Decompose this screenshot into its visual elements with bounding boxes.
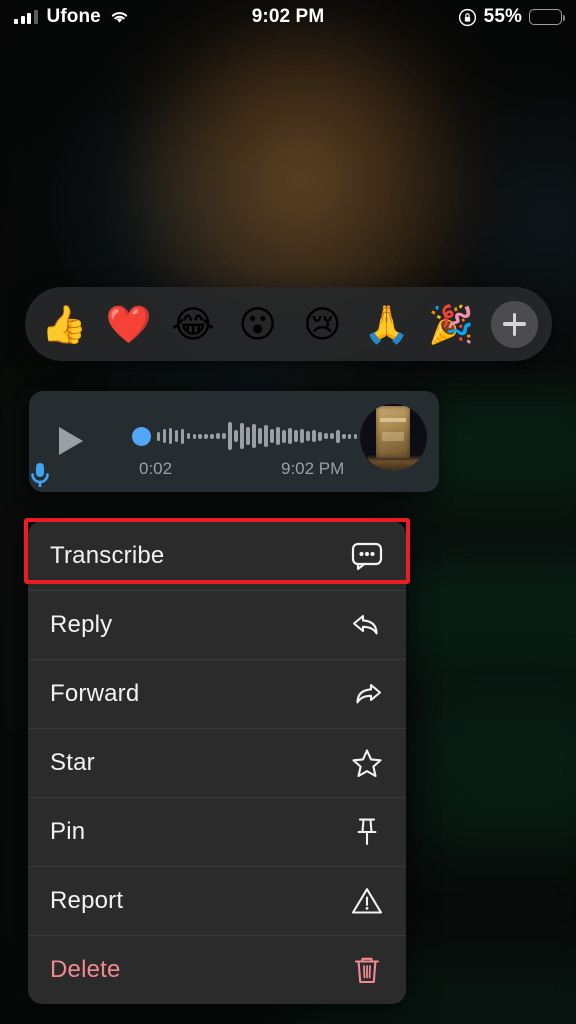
waveform-bar (174, 430, 178, 442)
trash-icon (350, 953, 384, 987)
menu-item-star[interactable]: Star (28, 728, 406, 797)
reply-arrow-icon (350, 608, 384, 642)
waveform-bar (348, 433, 352, 439)
play-icon[interactable] (59, 427, 83, 455)
menu-item-delete[interactable]: Delete (28, 935, 406, 1004)
sender-avatar[interactable] (360, 404, 427, 471)
rotation-lock-icon (458, 8, 477, 27)
waveform-bar (336, 429, 340, 443)
waveform-bar (162, 429, 166, 443)
waveform-bar (252, 424, 256, 448)
menu-item-label: Forward (50, 679, 140, 707)
status-bar: Ufone 9:02 PM 55% (0, 0, 576, 34)
menu-item-transcribe[interactable]: Transcribe (28, 521, 406, 590)
speech-bubble-dots-icon (350, 539, 384, 573)
waveform-bar (276, 427, 280, 445)
waveform-bar (234, 430, 238, 442)
pushpin-icon (350, 815, 384, 849)
phone-screen: Ufone 9:02 PM 55% 👍 ❤️ 😂 😮 😢 🙏 🎉 0:02 9:… (0, 0, 576, 1024)
microphone-icon (27, 461, 53, 491)
waveform-bar (330, 433, 334, 439)
waveform-bar (168, 428, 172, 444)
avatar-image (376, 406, 410, 458)
warning-triangle-icon (350, 884, 384, 918)
waveform-bar (312, 430, 316, 442)
star-outline-icon (350, 746, 384, 780)
waveform-bar (306, 431, 310, 441)
carrier-label: Ufone (46, 6, 101, 27)
voice-message-bubble[interactable]: 0:02 9:02 PM (29, 391, 439, 492)
waveform-bar (294, 430, 298, 442)
menu-item-label: Report (50, 886, 124, 914)
reaction-folded-hands[interactable]: 🙏 (362, 306, 412, 343)
menu-item-label: Transcribe (50, 541, 165, 569)
waveform-bar (342, 433, 346, 439)
waveform-scrubber-handle[interactable] (132, 426, 151, 446)
waveform-bar (282, 429, 286, 443)
status-bar-left: Ufone (14, 6, 458, 28)
waveform-bar (318, 431, 322, 441)
waveform-bar (240, 423, 244, 449)
battery-icon (529, 9, 566, 25)
waveform-bar (204, 433, 208, 439)
waveform-bar (288, 428, 292, 444)
waveform-bar (264, 425, 268, 447)
plus-icon[interactable] (490, 300, 538, 348)
reaction-face-with-open-mouth[interactable]: 😮 (233, 306, 283, 343)
voice-duration-label: 0:02 (139, 459, 173, 478)
reaction-face-with-tears-of-joy[interactable]: 😂 (168, 306, 218, 343)
emoji-reaction-bar[interactable]: 👍 ❤️ 😂 😮 😢 🙏 🎉 (25, 287, 552, 361)
waveform-bar (228, 422, 232, 450)
waveform-bar (270, 429, 274, 443)
waveform-bar (210, 433, 214, 439)
voice-timestamp-label: 9:02 PM (281, 459, 345, 478)
waveform-bar (354, 433, 358, 439)
menu-item-label: Star (50, 748, 95, 776)
waveform-bar (324, 433, 328, 439)
battery-percent-label: 55% (483, 6, 522, 27)
forward-arrow-icon (350, 677, 384, 711)
waveform-bar (258, 428, 262, 444)
waveform-bar (300, 429, 304, 443)
waveform-bar (246, 427, 250, 445)
waveform-bar (222, 433, 226, 439)
status-bar-right: 55% (458, 6, 566, 28)
menu-item-forward[interactable]: Forward (28, 659, 406, 728)
waveform-bar (216, 433, 220, 439)
voice-waveform-scrubber[interactable] (132, 415, 382, 457)
reaction-party-popper[interactable]: 🎉 (426, 306, 476, 343)
cellular-signal-icon (14, 10, 38, 24)
menu-item-report[interactable]: Report (28, 866, 406, 935)
wifi-icon (110, 10, 129, 24)
reaction-thumbs-up[interactable]: 👍 (39, 306, 89, 343)
menu-item-reply[interactable]: Reply (28, 590, 406, 659)
menu-item-label: Delete (50, 955, 121, 983)
menu-item-label: Pin (50, 817, 86, 845)
waveform-bar (192, 433, 196, 439)
reaction-red-heart[interactable]: ❤️ (104, 306, 154, 343)
avatar-image-detail (368, 455, 423, 471)
menu-item-label: Reply (50, 610, 113, 638)
waveform-bar (156, 431, 160, 441)
waveform-bar (186, 433, 190, 439)
message-context-menu[interactable]: Transcribe Reply Forward Star Pin Report… (28, 521, 406, 1004)
reaction-crying-face[interactable]: 😢 (297, 306, 347, 343)
menu-item-pin[interactable]: Pin (28, 797, 406, 866)
waveform-bar (198, 433, 202, 439)
waveform-bar (180, 428, 184, 444)
